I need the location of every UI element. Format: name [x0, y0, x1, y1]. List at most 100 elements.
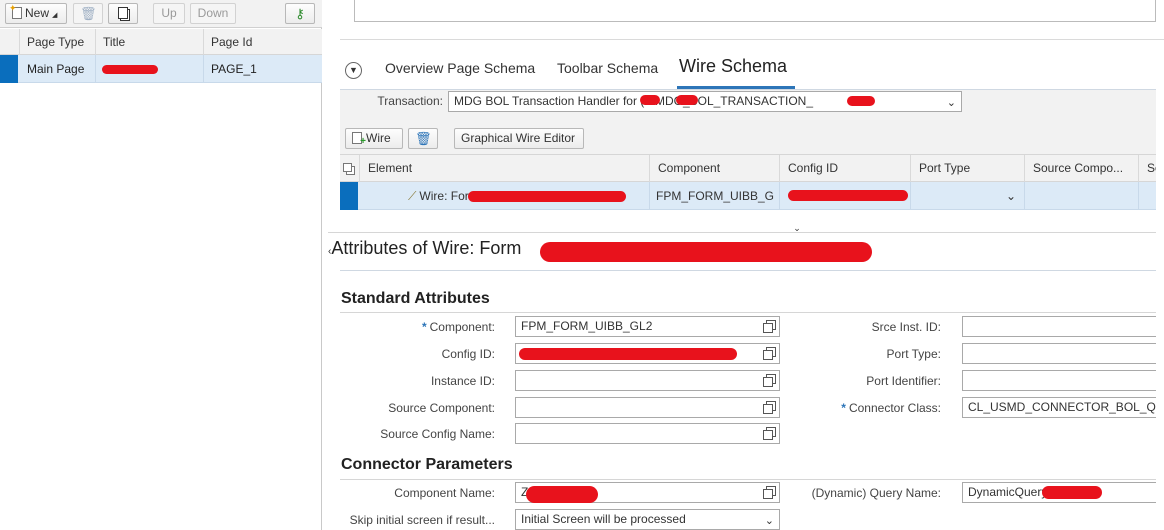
instance-id-field[interactable]	[515, 370, 780, 391]
column-header-component[interactable]: Component	[650, 155, 780, 182]
redaction-mark	[788, 190, 908, 201]
connector-parameters-heading: Connector Parameters	[341, 456, 513, 473]
collapse-icon[interactable]: ▼	[345, 62, 362, 79]
active-tab-indicator	[677, 86, 795, 89]
wire-toolbar: + Wire 🗑 Graphical Wire Editor	[340, 124, 1156, 154]
column-header-element[interactable]: Element	[360, 155, 650, 182]
column-header-title[interactable]: Title	[96, 29, 204, 55]
chevron-down-icon: ⌄	[946, 97, 956, 109]
component-cell: FPM_FORM_UIBB_G	[650, 182, 780, 210]
copy-button[interactable]	[108, 3, 138, 24]
row-selected-marker[interactable]	[0, 55, 18, 83]
section-divider	[340, 312, 1156, 313]
source-component-label: Source Component:	[388, 401, 495, 415]
component-label-text: Component:	[429, 320, 495, 334]
redaction-mark	[519, 348, 737, 360]
redaction-mark	[540, 242, 872, 262]
transaction-label: Transaction:	[377, 94, 443, 108]
redaction-mark	[640, 95, 660, 105]
table-row[interactable]: ⟋ Wire: Form FPM_FORM_UIBB_G ⌄	[340, 182, 1156, 210]
value-help-icon[interactable]	[763, 401, 776, 414]
redaction-mark	[102, 65, 158, 74]
add-wire-label: Wire	[366, 131, 391, 145]
skip-initial-screen-label: Skip initial screen if result...	[349, 513, 495, 527]
skip-initial-screen-value: Initial Screen will be processed	[521, 512, 686, 526]
column-header-truncated[interactable]: So	[1139, 155, 1156, 182]
down-button[interactable]: Down	[190, 3, 236, 24]
skip-initial-screen-select[interactable]: Initial Screen will be processed ⌄	[515, 509, 780, 530]
new-page-icon: ✦	[9, 4, 22, 19]
delete-button[interactable]: 🗑	[73, 3, 103, 24]
column-header-port-type[interactable]: Port Type	[911, 155, 1025, 182]
component-value: FPM_FORM_UIBB_GL2	[521, 319, 653, 333]
trash-icon: 🗑	[80, 6, 97, 21]
component-name-label: Component Name:	[394, 486, 495, 500]
connector-class-label: * Connector Class:	[790, 401, 941, 415]
page-type-cell: Main Page	[20, 55, 96, 83]
page-list-header: Page Type Title Page Id	[0, 29, 322, 55]
required-asterisk-icon: *	[421, 320, 427, 334]
value-help-icon[interactable]	[763, 374, 776, 387]
new-button[interactable]: ✦ New ◢	[5, 3, 67, 24]
dynamic-query-name-label: (Dynamic) Query Name:	[811, 486, 941, 500]
instance-id-label: Instance ID:	[430, 374, 495, 388]
schema-tabs: ▼ Overview Page Schema Toolbar Schema Wi…	[340, 50, 1164, 90]
page-list-toolbar: ✦ New ◢ 🗑 Up Down ⚷	[0, 0, 322, 28]
redaction-mark	[526, 486, 598, 503]
add-wire-button[interactable]: + Wire	[345, 128, 403, 149]
connector-class-field[interactable]: CL_USMD_CONNECTOR_BOL_Q	[962, 397, 1156, 418]
user-key-icon: ⚷	[295, 6, 305, 21]
attributes-title-text: Attributes of Wire: Form	[331, 238, 522, 258]
connector-class-label-text: Connector Class:	[848, 401, 941, 415]
attributes-divider	[340, 270, 1156, 271]
column-header-page-id[interactable]: Page Id	[204, 29, 322, 55]
up-button[interactable]: Up	[153, 3, 185, 24]
add-wire-icon: +	[352, 132, 366, 147]
transaction-bar: Transaction: MDG BOL Transaction Handler…	[340, 90, 1156, 124]
value-help-icon[interactable]	[763, 320, 776, 333]
table-row[interactable]: Main Page PAGE_1	[0, 55, 322, 83]
page-id-cell: PAGE_1	[211, 62, 257, 76]
copy-icon	[118, 7, 128, 19]
srce-inst-id-field[interactable]	[962, 316, 1156, 337]
wire-table-header: Element Component Config ID Port Type So…	[340, 154, 1156, 182]
port-identifier-field[interactable]	[962, 370, 1156, 391]
port-identifier-label: Port Identifier:	[866, 374, 941, 388]
port-type-field[interactable]	[962, 343, 1156, 364]
value-help-icon[interactable]	[763, 347, 776, 360]
tab-toolbar-schema[interactable]: Toolbar Schema	[557, 60, 658, 76]
delete-wire-button[interactable]: 🗑	[408, 128, 438, 149]
port-type-label: Port Type:	[886, 347, 941, 361]
dropdown-arrow-icon: ◢	[52, 12, 58, 19]
component-label: * Component:	[340, 320, 495, 334]
column-header-source-component[interactable]: Source Compo...	[1025, 155, 1139, 182]
value-help-icon[interactable]	[763, 427, 776, 440]
required-asterisk-icon: *	[841, 401, 846, 415]
user-settings-button[interactable]: ⚷	[285, 3, 315, 24]
chevron-down-icon: ⌄	[764, 515, 774, 527]
select-all-header[interactable]	[340, 155, 360, 182]
splitter-line[interactable]	[328, 232, 1156, 233]
section-divider	[340, 479, 1156, 480]
value-help-icon[interactable]	[763, 486, 776, 499]
column-header-page-type[interactable]: Page Type	[20, 29, 96, 55]
attributes-title: ‹Attributes of Wire: Form	[328, 238, 521, 259]
redaction-mark	[468, 191, 626, 202]
wire-icon: ⟋	[408, 189, 417, 203]
chevron-down-icon[interactable]: ⌄	[1006, 182, 1016, 210]
row-selected-marker[interactable]	[340, 182, 358, 210]
source-component-cell	[1025, 182, 1139, 210]
redaction-mark	[1042, 486, 1102, 499]
graphical-wire-editor-button[interactable]: Graphical Wire Editor	[454, 128, 584, 149]
tab-wire-schema[interactable]: Wire Schema	[679, 56, 787, 77]
transaction-select[interactable]: MDG BOL Transaction Handler for (Z MDG_B…	[448, 91, 962, 112]
select-all-icon	[343, 163, 352, 172]
component-field[interactable]: FPM_FORM_UIBB_GL2	[515, 316, 780, 337]
tab-overview-page-schema[interactable]: Overview Page Schema	[385, 60, 535, 76]
source-config-name-field[interactable]	[515, 423, 780, 444]
srce-inst-id-label: Srce Inst. ID:	[871, 320, 941, 334]
port-type-cell[interactable]: ⌄	[911, 182, 1025, 210]
standard-attributes-heading: Standard Attributes	[341, 290, 490, 307]
column-header-config-id[interactable]: Config ID	[780, 155, 911, 182]
source-component-field[interactable]	[515, 397, 780, 418]
